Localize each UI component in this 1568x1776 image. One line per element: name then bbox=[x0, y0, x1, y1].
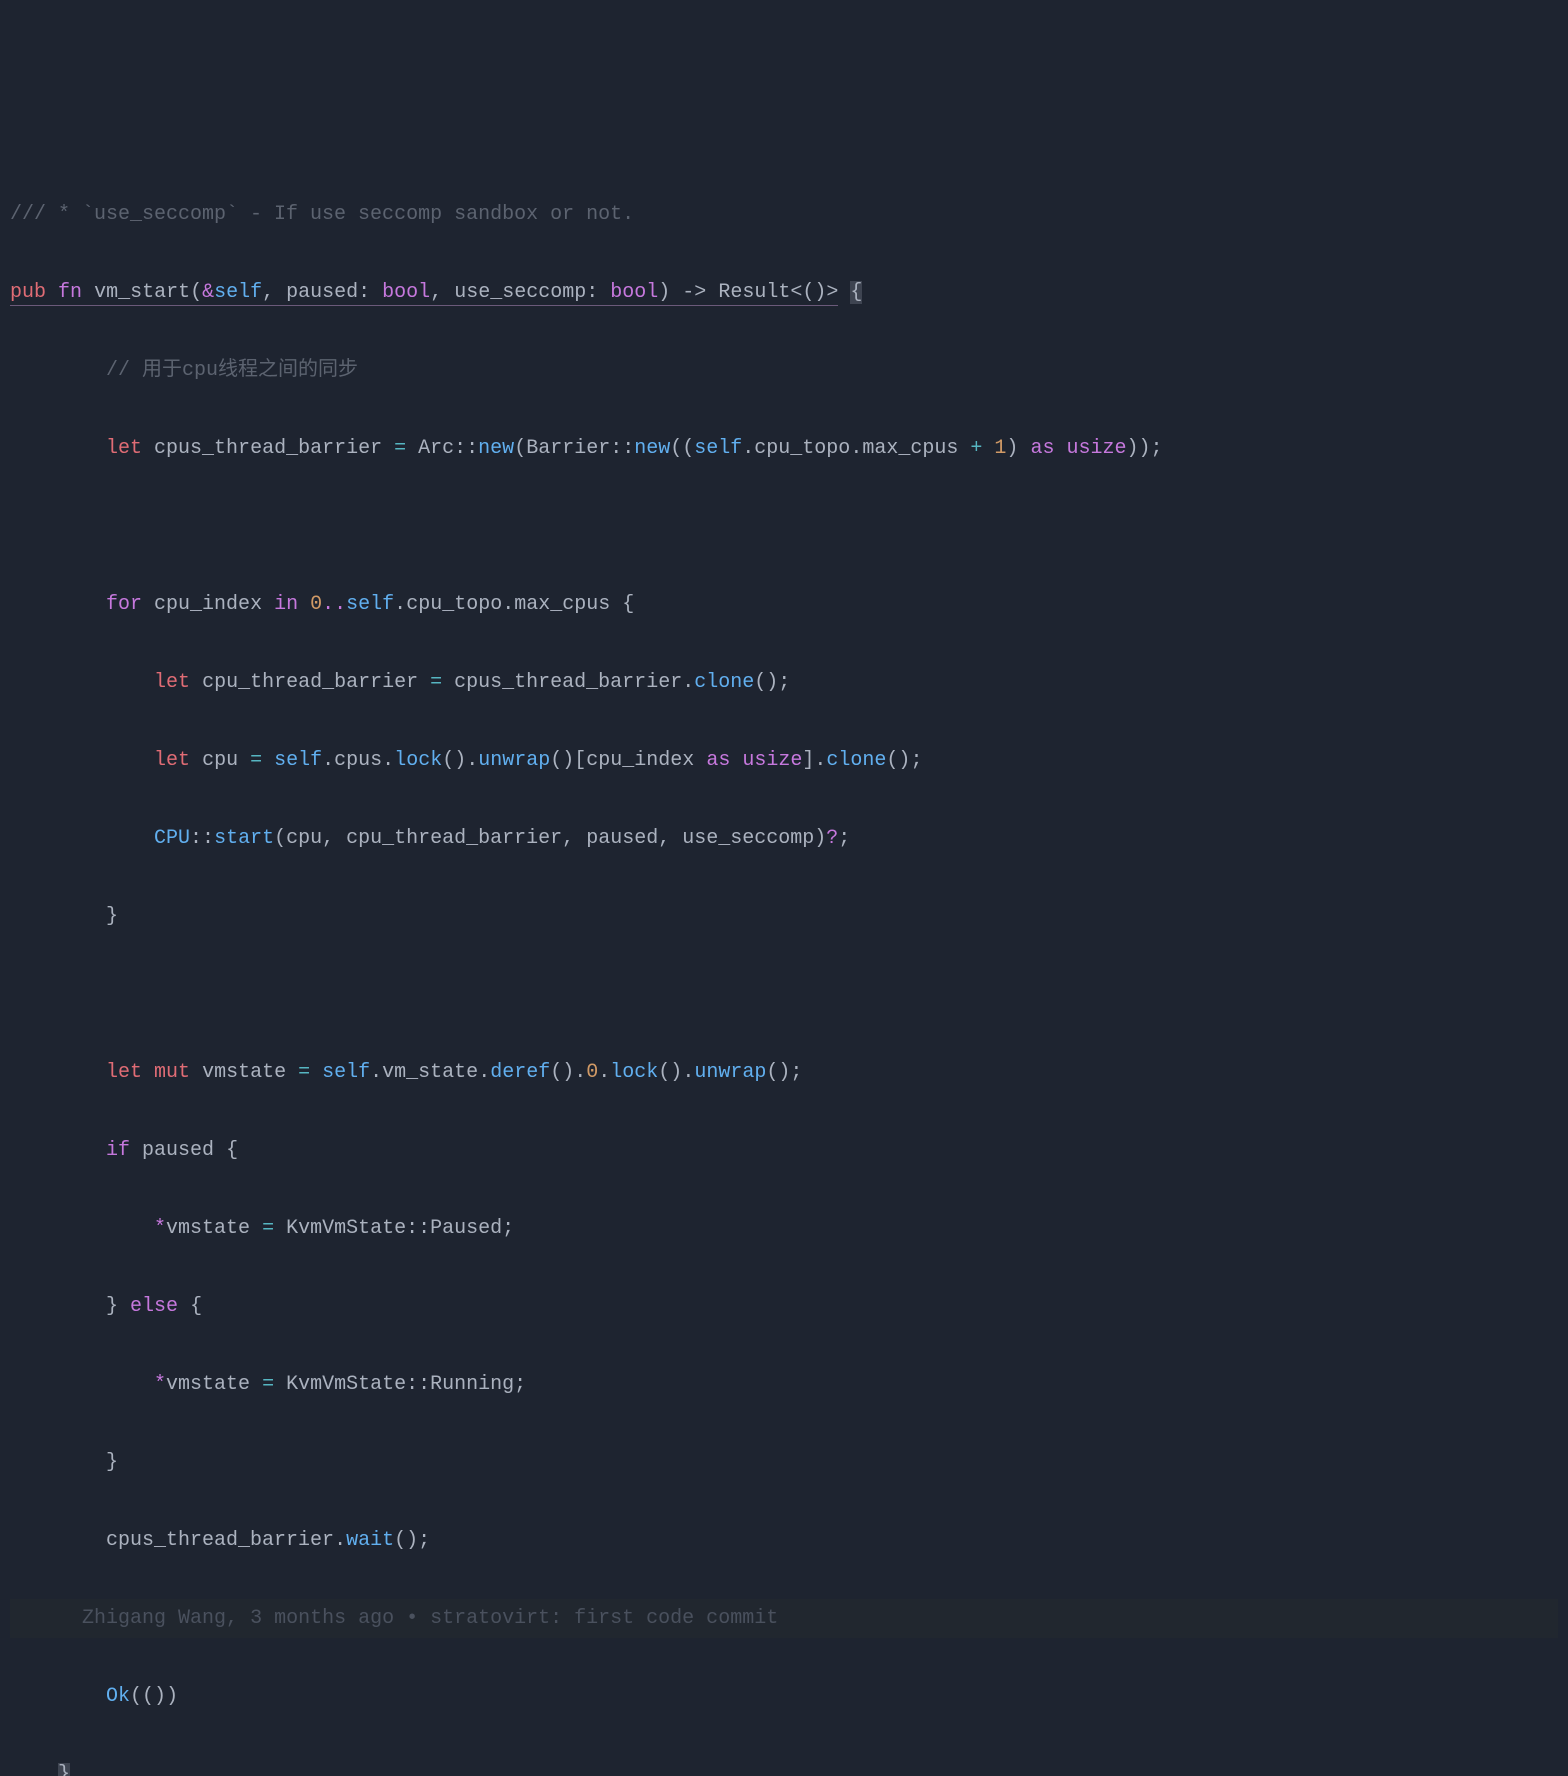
paused-assign-line: *vmstate = KvmVmState::Paused; bbox=[10, 1209, 1558, 1248]
let-cpu-line: let cpu = self.cpus.lock().unwrap()[cpu_… bbox=[10, 741, 1558, 780]
for-line: for cpu_index in 0..self.cpu_topo.max_cp… bbox=[10, 585, 1558, 624]
keyword-self: self bbox=[214, 281, 262, 304]
running-assign-line: *vmstate = KvmVmState::Running; bbox=[10, 1365, 1558, 1404]
type-cpu: CPU bbox=[154, 827, 190, 850]
fn-name: vm_start bbox=[94, 281, 190, 304]
blank-line bbox=[10, 507, 1558, 546]
blame-separator: • bbox=[406, 1607, 418, 1630]
type-barrier: Barrier bbox=[526, 437, 610, 460]
arrow: -> bbox=[682, 281, 706, 304]
blame-message: stratovirt: first code commit bbox=[430, 1607, 778, 1630]
let-vmstate-line: let mut vmstate = self.vm_state.deref().… bbox=[10, 1053, 1558, 1092]
type-bool-2: bool bbox=[610, 281, 658, 304]
else-line: } else { bbox=[10, 1287, 1558, 1326]
code-editor[interactable]: /// * `use_seccomp` - If use seccomp san… bbox=[0, 156, 1568, 1776]
var-cpus-thread-barrier: cpus_thread_barrier bbox=[154, 437, 382, 460]
if-line: if paused { bbox=[10, 1131, 1558, 1170]
if-close-line: } bbox=[10, 1443, 1558, 1482]
comment-line: // 用于cpu线程之间的同步 bbox=[10, 351, 1558, 390]
open-brace-cursor: { bbox=[850, 281, 862, 304]
doc-comment-line: /// * `use_seccomp` - If use seccomp san… bbox=[10, 195, 1558, 234]
type-bool: bool bbox=[382, 281, 430, 304]
cpu-start-line: CPU::start(cpu, cpu_thread_barrier, paus… bbox=[10, 819, 1558, 858]
fn-signature-line: pub fn vm_start(&self, paused: bool, use… bbox=[10, 273, 1558, 312]
let-barrier-line: let cpus_thread_barrier = Arc::new(Barri… bbox=[10, 429, 1558, 468]
param-use-seccomp: use_seccomp bbox=[454, 281, 586, 304]
param-paused: paused bbox=[286, 281, 358, 304]
amp: & bbox=[202, 281, 214, 304]
close-brace-match: } bbox=[58, 1763, 70, 1776]
var-cpu-index: cpu_index bbox=[154, 593, 262, 616]
for-close-line: } bbox=[10, 897, 1558, 936]
blame-time: 3 months ago bbox=[250, 1607, 394, 1630]
ok-variant: Ok bbox=[106, 1685, 130, 1708]
blank-line-2 bbox=[10, 975, 1558, 1014]
type-arc: Arc bbox=[418, 437, 454, 460]
keyword-pub: pub bbox=[10, 281, 46, 304]
git-blame-line[interactable]: Zhigang Wang, 3 months ago • stratovirt:… bbox=[10, 1599, 1558, 1638]
ok-line: Ok(()) bbox=[10, 1677, 1558, 1716]
doc-comment-text: /// * `use_seccomp` - If use seccomp san… bbox=[10, 203, 634, 226]
blame-author: Zhigang Wang bbox=[82, 1607, 226, 1630]
fn-close-line: } bbox=[10, 1755, 1558, 1776]
let-cpu-barrier-line: let cpu_thread_barrier = cpus_thread_bar… bbox=[10, 663, 1558, 702]
cpu-sync-comment: // 用于cpu线程之间的同步 bbox=[106, 359, 358, 382]
keyword-fn: fn bbox=[58, 281, 82, 304]
return-type: Result bbox=[718, 281, 790, 304]
wait-line: cpus_thread_barrier.wait(); bbox=[10, 1521, 1558, 1560]
